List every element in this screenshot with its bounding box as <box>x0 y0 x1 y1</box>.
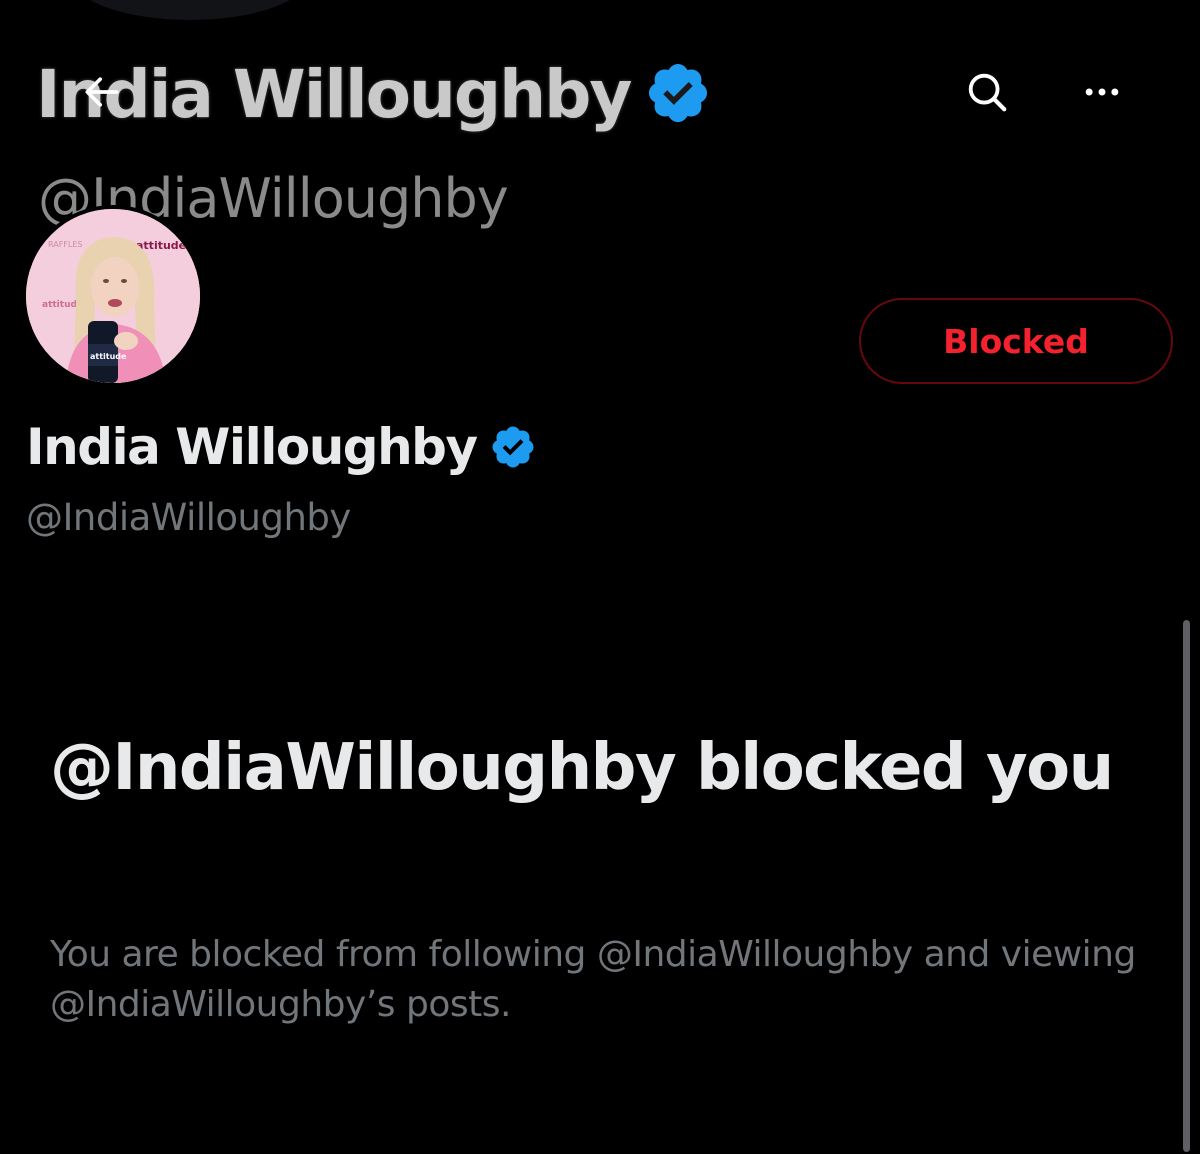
avatar-logo-text: attitude <box>136 239 186 252</box>
svg-text:attitude: attitude <box>90 352 127 361</box>
back-button[interactable] <box>58 48 146 136</box>
blocked-button-label: Blocked <box>943 321 1089 361</box>
profile-banner: India Willoughby @IndiaWilloughby <box>0 0 1200 262</box>
profile-handle: @IndiaWilloughby <box>26 496 351 539</box>
profile-avatar[interactable]: attitude attitude RAFFLES attitude <box>22 205 204 387</box>
search-button[interactable] <box>943 48 1031 136</box>
blocked-notice-body: You are blocked from following @IndiaWil… <box>50 934 1136 1025</box>
avatar-photo: attitude attitude RAFFLES attitude <box>26 209 200 383</box>
profile-name: India Willoughby <box>26 420 537 475</box>
profile-name-text: India Willoughby <box>26 418 478 476</box>
more-horizontal-icon <box>1085 88 1119 96</box>
blocked-button[interactable]: Blocked <box>859 298 1173 384</box>
search-icon <box>968 73 1007 112</box>
more-options-button[interactable] <box>1058 48 1146 136</box>
avatar-photo-image: attitude attitude RAFFLES attitude <box>26 209 200 383</box>
svg-text:RAFFLES: RAFFLES <box>48 240 83 249</box>
banner-shape <box>70 0 310 20</box>
blocked-notice-heading: @IndiaWilloughby blocked you <box>50 731 1114 805</box>
arrow-left-icon <box>85 77 119 107</box>
scrollbar[interactable] <box>1183 620 1190 1152</box>
banner-verified-badge-icon <box>649 63 708 122</box>
verified-badge-icon[interactable] <box>489 423 537 471</box>
